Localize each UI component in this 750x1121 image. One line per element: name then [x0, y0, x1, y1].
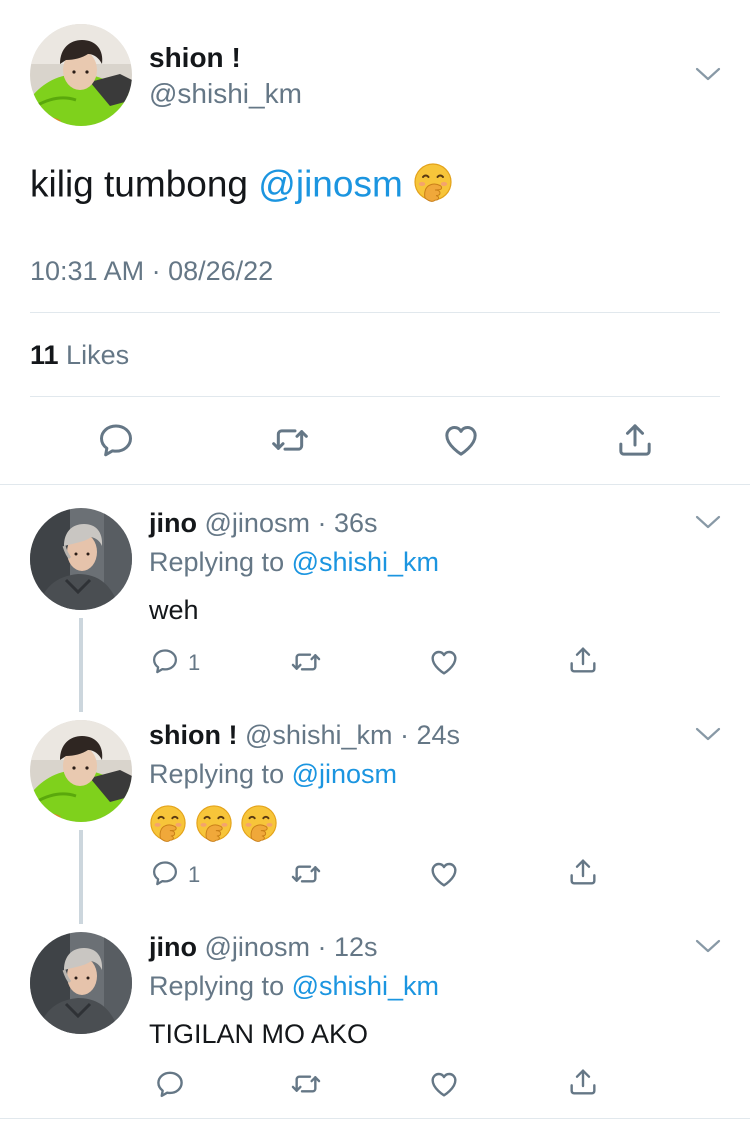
avatar[interactable] [30, 932, 132, 1034]
likes-label: Likes [58, 340, 130, 370]
share-icon[interactable] [567, 856, 599, 888]
share-icon[interactable] [567, 1066, 599, 1098]
reply-icon[interactable] [154, 1068, 186, 1100]
avatar[interactable] [30, 720, 132, 822]
likes-stat[interactable]: 11 Likes [30, 340, 129, 371]
chevron-down-icon[interactable] [694, 64, 722, 84]
reply-count: 1 [188, 650, 201, 675]
reply-header: jino @jinosm · 12s [149, 932, 377, 963]
heart-icon[interactable] [428, 646, 460, 678]
heart-icon[interactable] [428, 1068, 460, 1100]
retweet-icon[interactable] [290, 858, 322, 890]
reply-header: shion ! @shishi_km · 24s [149, 720, 460, 751]
replying-to: Replying to @shishi_km [149, 971, 439, 1002]
hand-over-mouth-emoji [240, 804, 278, 849]
tweet-text-body: kilig tumbong [30, 163, 259, 205]
share-icon[interactable] [615, 420, 655, 460]
retweet-icon[interactable] [290, 1068, 322, 1100]
timestamp: · 24s [392, 720, 460, 750]
retweet-icon[interactable] [270, 420, 310, 460]
reply-text: TIGILAN MO AKO [149, 1019, 369, 1049]
display-name[interactable]: shion ! [149, 720, 238, 750]
hand-over-mouth-emoji [413, 162, 453, 211]
divider [30, 312, 720, 313]
replying-to: Replying to @jinosm [149, 759, 397, 790]
section-divider [0, 484, 750, 485]
share-icon[interactable] [567, 644, 599, 676]
reply-header: jino @jinosm · 36s [149, 508, 377, 539]
replying-label: Replying to [149, 971, 292, 1001]
bottom-divider [0, 1118, 750, 1119]
username[interactable]: @jinosm [205, 932, 310, 962]
retweet-icon[interactable] [290, 646, 322, 678]
likes-count: 11 [30, 340, 59, 370]
main-tweet: shion ! @shishi_km kilig tumbong @jinosm… [0, 0, 750, 484]
replying-label: Replying to [149, 547, 292, 577]
replying-label: Replying to [149, 759, 292, 789]
reply-icon[interactable] [96, 420, 136, 460]
hand-over-mouth-emoji [195, 804, 233, 849]
chevron-down-icon[interactable] [694, 724, 722, 744]
thread-line [79, 830, 83, 924]
tweet-timestamp[interactable]: 10:31 AM · 08/26/22 [30, 256, 273, 287]
reply-icon[interactable] [150, 646, 180, 676]
reply-icon[interactable] [150, 858, 180, 888]
reply-emojis [149, 804, 278, 849]
reply-count: 1 [188, 862, 201, 887]
username[interactable]: @jinosm [205, 508, 310, 538]
avatar[interactable] [30, 24, 132, 126]
heart-icon[interactable] [441, 420, 481, 460]
divider [30, 396, 720, 397]
display-name[interactable]: jino [149, 932, 197, 962]
mention-link[interactable]: @jinosm [258, 163, 402, 204]
display-name[interactable]: jino [149, 508, 197, 538]
avatar[interactable] [30, 508, 132, 610]
chevron-down-icon[interactable] [694, 936, 722, 956]
heart-icon[interactable] [428, 858, 460, 890]
display-name[interactable]: shion ! [149, 42, 241, 74]
thread-line [79, 618, 83, 712]
mention-link[interactable]: @shishi_km [292, 971, 439, 1001]
tweet-text: kilig tumbong @jinosm [30, 162, 453, 211]
username[interactable]: @shishi_km [149, 78, 302, 110]
hand-over-mouth-emoji [149, 804, 187, 849]
mention-link[interactable]: @shishi_km [292, 547, 439, 577]
chevron-down-icon[interactable] [694, 512, 722, 532]
timestamp: · 36s [309, 508, 378, 538]
replying-to: Replying to @shishi_km [149, 547, 439, 578]
reply-text: weh [149, 595, 199, 625]
username[interactable]: @shishi_km [245, 720, 392, 750]
timestamp: · 12s [309, 932, 378, 962]
mention-link[interactable]: @jinosm [292, 759, 397, 789]
